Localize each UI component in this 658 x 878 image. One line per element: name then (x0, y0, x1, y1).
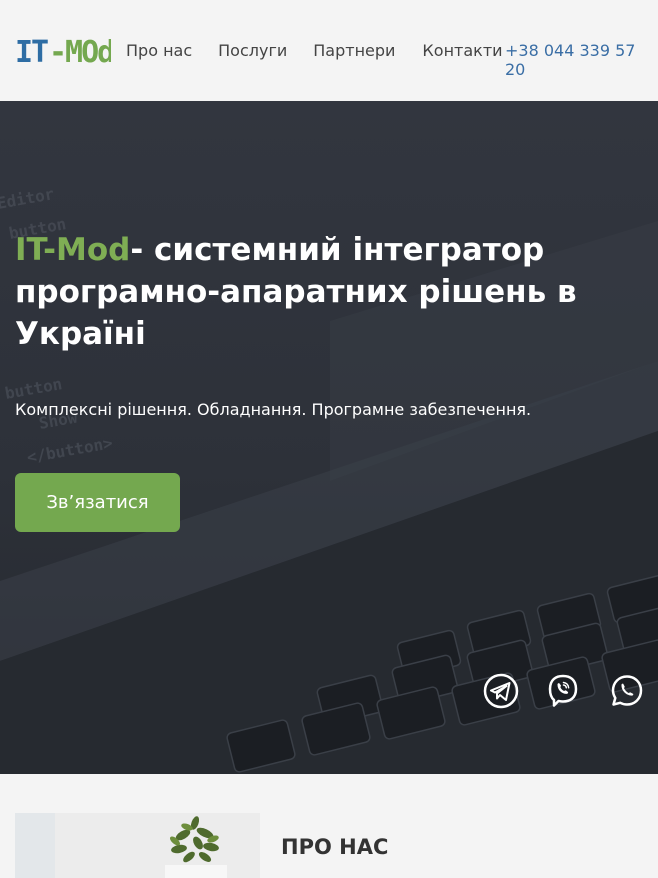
logo-text-mod: -MOd (49, 35, 111, 66)
nav-item-about[interactable]: Про нас (126, 41, 192, 60)
about-section-title: ПРО НАС (281, 835, 389, 859)
about-image (15, 813, 260, 878)
hero-headline-brand: IT-Mod (15, 232, 131, 268)
plant-image (15, 813, 260, 878)
phone-link[interactable]: +38 044 339 57 20 (505, 41, 658, 79)
main-nav: Про нас Послуги Партнери Контакти (126, 41, 503, 60)
hero-section: Editor button button Show </button> IT-M… (0, 101, 658, 774)
site-header: IT -MOd Про нас Послуги Партнери Контакт… (0, 0, 658, 101)
it-mod-logo[interactable]: IT -MOd (15, 34, 111, 66)
viber-icon[interactable] (545, 673, 581, 709)
logo-text-it: IT (15, 35, 48, 66)
telegram-icon[interactable] (483, 673, 519, 709)
hero-subtitle: Комплексні рішення. Обладнання. Програмн… (15, 400, 532, 419)
contact-button[interactable]: Зв’язатися (15, 473, 180, 532)
nav-item-services[interactable]: Послуги (218, 41, 287, 60)
hero-headline: IT-Mod- системний інтегратор програмно-а… (15, 229, 615, 355)
whatsapp-icon[interactable] (609, 673, 645, 709)
nav-item-partners[interactable]: Партнери (313, 41, 395, 60)
nav-item-contacts[interactable]: Контакти (422, 41, 502, 60)
